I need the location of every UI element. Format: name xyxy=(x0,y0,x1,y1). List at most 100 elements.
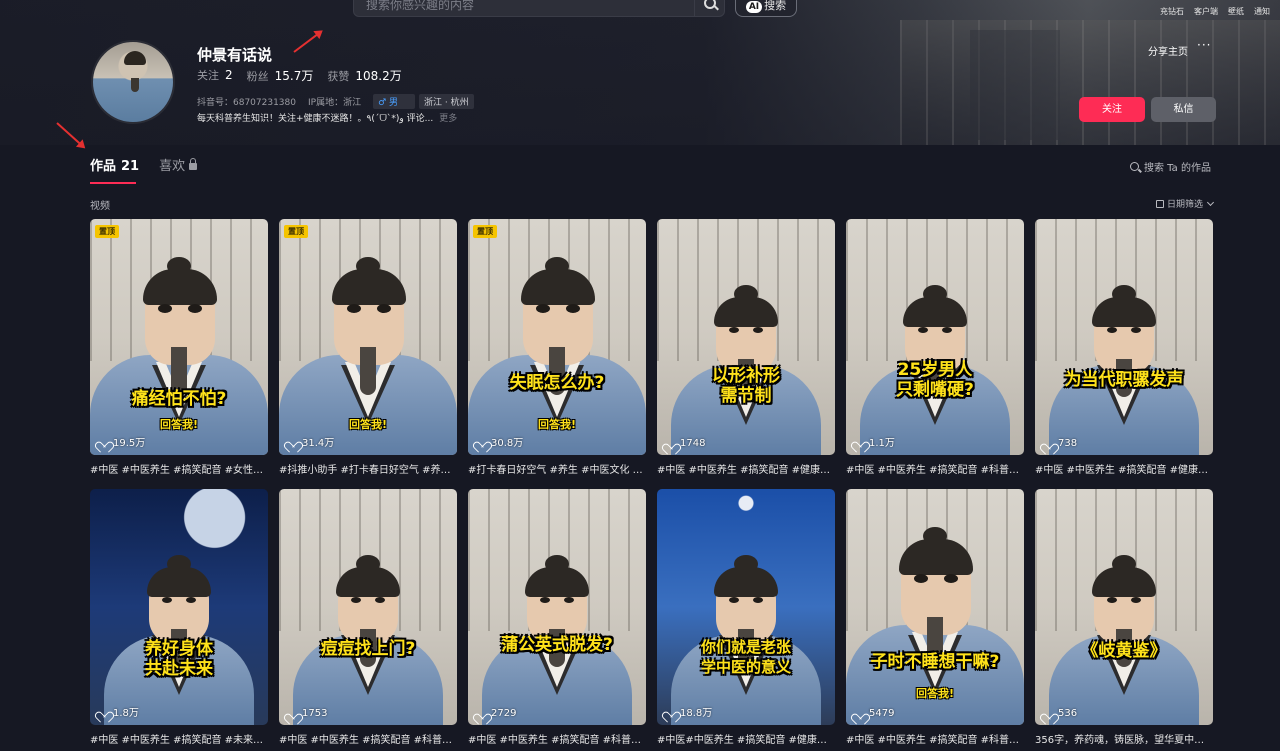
avatar[interactable] xyxy=(91,40,175,124)
heart-icon xyxy=(854,709,865,719)
video-thumbnail[interactable]: 置顶 痛经怕不怕? 回答我! 19.5万 xyxy=(90,219,268,455)
video-caption: 以形补形 需节制 xyxy=(712,366,780,406)
region-tag: 浙江 · 杭州 xyxy=(419,94,474,109)
tab-likes[interactable]: 喜欢 xyxy=(159,155,198,184)
video-thumbnail[interactable]: 《岐黄鉴》 536 xyxy=(1035,489,1213,725)
heart-icon xyxy=(1043,709,1054,719)
profile-tabs: 作品 21 喜欢 xyxy=(90,155,217,184)
heart-icon xyxy=(98,707,109,717)
ai-search-button[interactable]: AI 搜索 xyxy=(735,0,797,17)
video-description[interactable]: #中医 #中医养生 #搞笑配音 #科普… xyxy=(846,461,1024,476)
video-caption: 《岐黄鉴》 xyxy=(1081,641,1167,661)
search-icon[interactable] xyxy=(694,0,724,16)
like-count: 1.1万 xyxy=(854,434,895,449)
video-card[interactable]: 以形补形 需节制 1748 #中医 #中医养生 #搞笑配音 #健康… xyxy=(657,219,835,478)
profile-meta: 抖音号：68707231380 IP属地：浙江 ♂ 男 浙江 · 杭州 xyxy=(197,94,478,109)
message-button[interactable]: 私信 xyxy=(1151,97,1216,122)
more-options-icon[interactable]: ··· xyxy=(1197,38,1211,52)
heart-icon xyxy=(854,437,865,447)
search-works-button[interactable]: 搜索 Ta 的作品 xyxy=(1130,159,1211,174)
video-description[interactable]: #中医 #中医养生 #搞笑配音 #科普… xyxy=(468,731,646,746)
video-thumbnail[interactable]: 置顶 回答我! 31.4万 xyxy=(279,219,457,455)
followers-stat[interactable]: 粉丝 15.7万 xyxy=(247,67,314,84)
top-link-notification[interactable]: 通知 xyxy=(1254,6,1270,17)
calendar-icon xyxy=(1156,199,1164,208)
likes-stat: 获赞 108.2万 xyxy=(327,69,402,83)
video-thumbnail[interactable]: 25岁男人 只剩嘴硬? 1.1万 xyxy=(846,219,1024,455)
video-thumbnail[interactable]: 蒲公英式脱发? 2729 xyxy=(468,489,646,725)
video-thumbnail[interactable]: 养好身体 共赴未来 1.8万 xyxy=(90,489,268,725)
video-thumbnail[interactable]: 以形补形 需节制 1748 xyxy=(657,219,835,455)
top-link-recharge[interactable]: 充钻石 xyxy=(1160,6,1184,17)
video-thumbnail[interactable]: 子时不睡想干嘛? 回答我! 5479 xyxy=(846,489,1024,725)
video-description[interactable]: 356字，养药魂，铸医脉，望华夏中… xyxy=(1035,731,1213,746)
section-label: 视频 xyxy=(90,201,110,212)
heart-icon xyxy=(665,439,676,449)
follow-button[interactable]: 关注 xyxy=(1079,97,1145,122)
following-stat[interactable]: 关注 2 xyxy=(197,67,233,84)
like-count: 30.8万 xyxy=(476,434,523,449)
video-card[interactable]: 25岁男人 只剩嘴硬? 1.1万 #中医 #中医养生 #搞笑配音 #科普… xyxy=(846,219,1024,478)
heart-icon xyxy=(476,709,487,719)
date-filter-button[interactable]: 日期筛选 xyxy=(1156,197,1215,210)
chevron-down-icon xyxy=(1206,198,1215,206)
pinned-badge: 置顶 xyxy=(284,225,308,238)
video-card[interactable]: 《岐黄鉴》 536 356字，养药魂，铸医脉，望华夏中… xyxy=(1035,489,1213,748)
video-card[interactable]: 蒲公英式脱发? 2729 #中医 #中医养生 #搞笑配音 #科普… xyxy=(468,489,646,748)
like-count: 1753 xyxy=(287,708,327,719)
video-description[interactable]: #中医#中医养生 #搞笑配音 #健康科… xyxy=(657,731,835,746)
video-thumbnail[interactable]: 痘痘找上门? 1753 xyxy=(279,489,457,725)
video-caption: 你们就是老张 学中医的意义 xyxy=(700,638,791,676)
heart-icon xyxy=(1043,439,1054,449)
video-description[interactable]: #抖推小助手 #打卡春日好空气 #养… xyxy=(279,461,457,476)
video-caption: 养好身体 共赴未来 xyxy=(145,639,213,679)
video-card[interactable]: 你们就是老张 学中医的意义 18.8万 #中医#中医养生 #搞笑配音 #健康科… xyxy=(657,489,835,748)
heart-icon xyxy=(665,707,676,717)
heart-icon xyxy=(98,437,109,447)
video-card[interactable]: 置顶 回答我! 31.4万 #抖推小助手 #打卡春日好空气 #养… xyxy=(279,219,457,478)
video-description[interactable]: #中医 #中医养生 #搞笑配音 #健康… xyxy=(1035,461,1213,476)
video-grid: 置顶 痛经怕不怕? 回答我! 19.5万 #中医 #中医养生 #搞笑配音 #女性… xyxy=(90,219,1215,748)
ip-location: IP属地：浙江 xyxy=(308,98,362,108)
video-subcaption: 回答我! xyxy=(348,418,388,431)
video-caption: 25岁男人 只剩嘴硬? xyxy=(896,360,974,400)
pinned-badge: 置顶 xyxy=(473,225,497,238)
video-card[interactable]: 置顶 失眠怎么办? 回答我! 30.8万 #打卡春日好空气 #养生 #中医文化 … xyxy=(468,219,646,478)
search-input[interactable]: 搜索你感兴趣的内容 xyxy=(353,0,725,17)
heart-icon xyxy=(287,709,298,719)
video-card[interactable]: 置顶 痛经怕不怕? 回答我! 19.5万 #中医 #中医养生 #搞笑配音 #女性… xyxy=(90,219,268,478)
gender-tag: ♂ 男 xyxy=(373,94,416,109)
bio-more-link[interactable]: 更多 xyxy=(439,114,457,124)
video-caption: 痘痘找上门? xyxy=(320,639,416,659)
video-card[interactable]: 痘痘找上门? 1753 #中医 #中医养生 #搞笑配音 #科普… xyxy=(279,489,457,748)
like-count: 738 xyxy=(1043,438,1077,449)
video-card[interactable]: 为当代职骡发声 738 #中医 #中医养生 #搞笑配音 #健康… xyxy=(1035,219,1213,478)
profile-bio: 每天科普养生知识！关注+健康不迷路！。٩(ˊᗜˋ*)و 评论... 更多 xyxy=(197,111,457,124)
video-card[interactable]: 子时不睡想干嘛? 回答我! 5479 #中医 #中医养生 #搞笑配音 #科普… xyxy=(846,489,1024,748)
top-link-client[interactable]: 客户端 xyxy=(1194,6,1218,17)
video-thumbnail[interactable]: 置顶 失眠怎么办? 回答我! 30.8万 xyxy=(468,219,646,455)
video-description[interactable]: #打卡春日好空气 #养生 #中医文化 … xyxy=(468,461,646,476)
video-description[interactable]: #中医 #中医养生 #搞笑配音 #未来… xyxy=(90,731,268,746)
video-caption: 痛经怕不怕? xyxy=(131,389,227,409)
video-card[interactable]: 养好身体 共赴未来 1.8万 #中医 #中医养生 #搞笑配音 #未来… xyxy=(90,489,268,748)
video-description[interactable]: #中医 #中医养生 #搞笑配音 #科普… xyxy=(279,731,457,746)
share-profile-button[interactable]: 分享主页 xyxy=(1148,43,1188,58)
video-description[interactable]: #中医 #中医养生 #搞笑配音 #科普… xyxy=(846,731,1024,746)
ai-badge: AI xyxy=(745,1,763,13)
like-count: 18.8万 xyxy=(665,704,712,719)
bio-text: 每天科普养生知识！关注+健康不迷路！。٩(ˊᗜˋ*)و 评论... xyxy=(197,114,434,124)
video-description[interactable]: #中医 #中医养生 #搞笑配音 #健康… xyxy=(657,461,835,476)
video-thumbnail[interactable]: 为当代职骡发声 738 xyxy=(1035,219,1213,455)
video-caption: 失眠怎么办? xyxy=(509,373,605,393)
ai-search-label: 搜索 xyxy=(764,0,787,12)
tab-works[interactable]: 作品 21 xyxy=(90,155,139,184)
video-description[interactable]: #中医 #中医养生 #搞笑配音 #女性… xyxy=(90,461,268,476)
video-thumbnail[interactable]: 你们就是老张 学中医的意义 18.8万 xyxy=(657,489,835,725)
top-link-wallpaper[interactable]: 壁纸 xyxy=(1228,6,1244,17)
heart-icon xyxy=(287,437,298,447)
video-caption: 子时不睡想干嘛? xyxy=(870,652,1000,672)
like-count: 19.5万 xyxy=(98,434,145,449)
video-caption: 蒲公英式脱发? xyxy=(501,635,613,655)
search-icon xyxy=(1130,162,1139,171)
